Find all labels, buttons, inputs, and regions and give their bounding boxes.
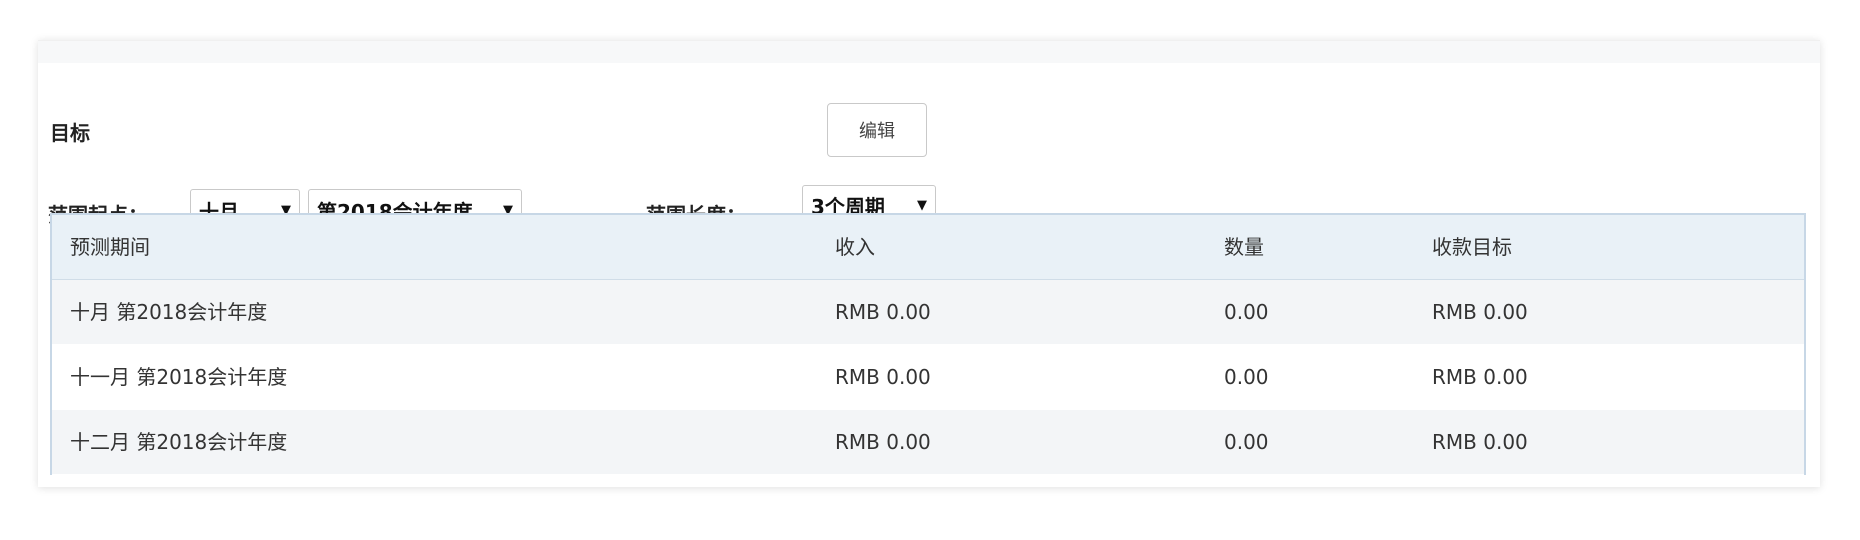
header-quantity: 数量 — [1224, 235, 1264, 259]
collection-target-cell: RMB 0.00 — [1432, 365, 1528, 389]
header-collection-target: 收款目标 — [1432, 235, 1512, 259]
table-row: 十二月 第2018会计年度 RMB 0.00 0.00 RMB 0.00 — [52, 410, 1804, 475]
collection-target-cell: RMB 0.00 — [1432, 300, 1528, 324]
period-cell: 十月 第2018会计年度 — [70, 300, 268, 324]
quantity-cell: 0.00 — [1224, 430, 1269, 454]
period-cell: 十一月 第2018会计年度 — [70, 365, 288, 389]
panel-top-bar — [38, 41, 1820, 63]
section-title: 目标 — [50, 121, 90, 145]
table-row: 十月 第2018会计年度 RMB 0.00 0.00 RMB 0.00 — [52, 280, 1804, 345]
table-row: 十一月 第2018会计年度 RMB 0.00 0.00 RMB 0.00 — [52, 345, 1804, 410]
header-revenue: 收入 — [835, 235, 875, 259]
quantity-cell: 0.00 — [1224, 300, 1269, 324]
forecast-table: 预测期间 收入 数量 收款目标 十月 第2018会计年度 RMB 0.00 0.… — [50, 213, 1806, 475]
quantity-cell: 0.00 — [1224, 365, 1269, 389]
header-forecast-period: 预测期间 — [70, 235, 150, 259]
table-header-row: 预测期间 收入 数量 收款目标 — [52, 215, 1804, 280]
edit-button[interactable]: 编辑 — [827, 103, 927, 157]
goals-panel: 目标 编辑 范围起点： 十月 ▼ 第2018会计年度 ▼ 范围长度： 3个周期 … — [38, 40, 1820, 487]
period-cell: 十二月 第2018会计年度 — [70, 430, 288, 454]
revenue-cell: RMB 0.00 — [835, 365, 931, 389]
revenue-cell: RMB 0.00 — [835, 300, 931, 324]
revenue-cell: RMB 0.00 — [835, 430, 931, 454]
collection-target-cell: RMB 0.00 — [1432, 430, 1528, 454]
caret-down-icon: ▼ — [917, 197, 927, 213]
